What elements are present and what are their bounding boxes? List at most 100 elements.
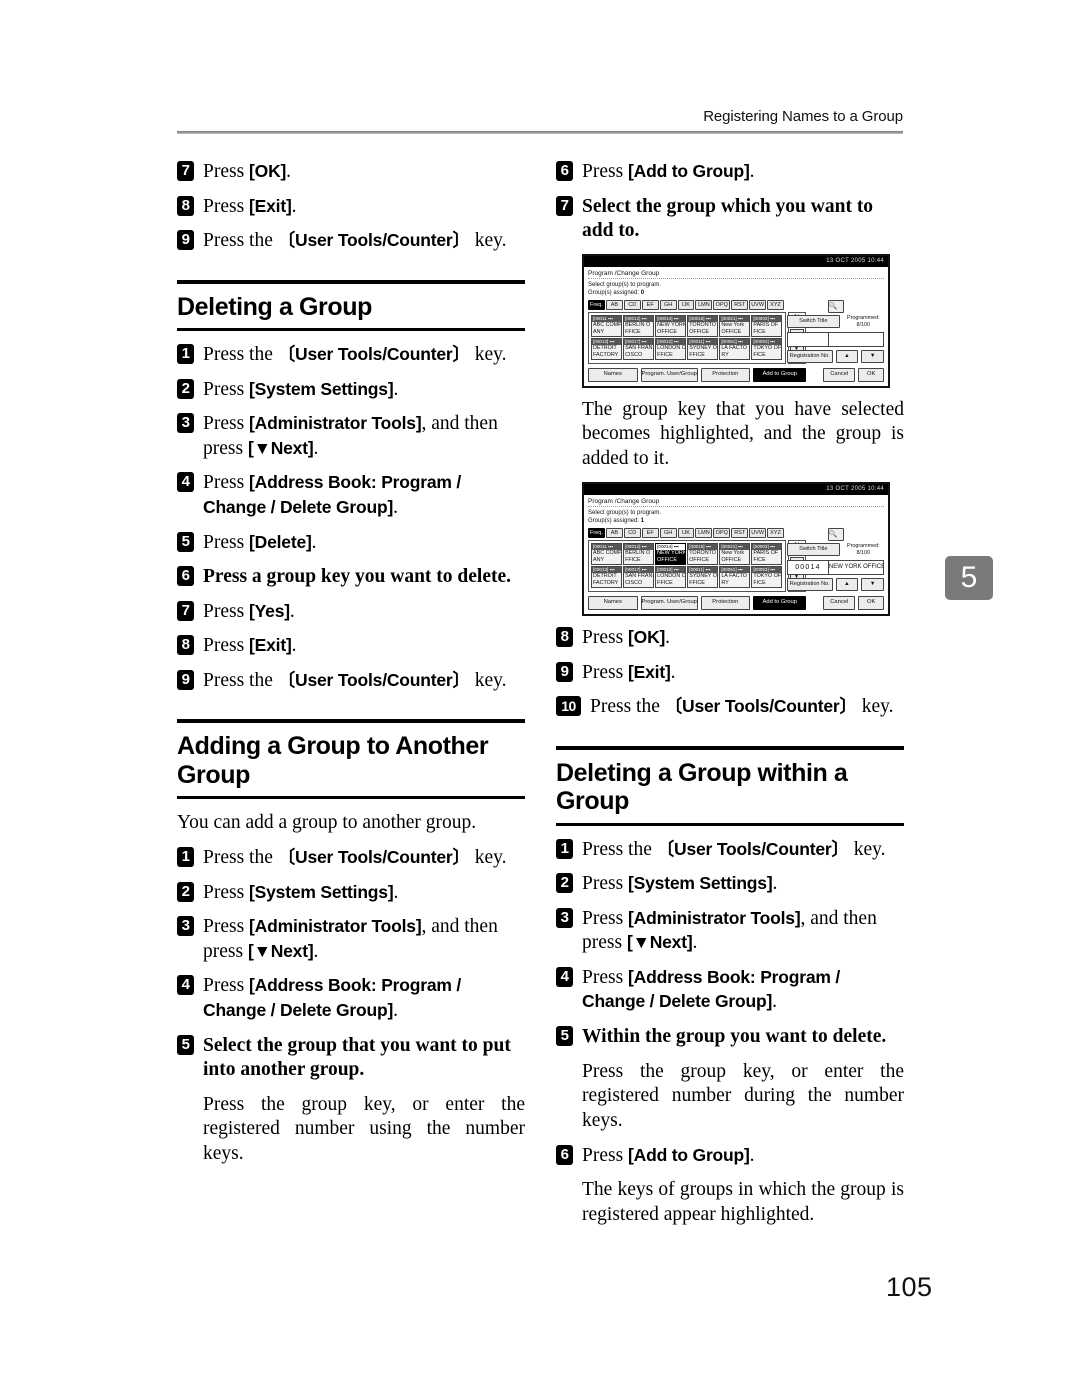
reg-up-icon[interactable]: ▲ <box>835 577 859 591</box>
lcd-group-key-grid: [00011 ▪▪▪ ABC COMP ANY [00012] ▪▪▪ BERLIN … <box>588 311 786 364</box>
reg-up-icon[interactable]: ▲ <box>835 349 859 363</box>
step-text-end: . <box>311 531 317 553</box>
lcd-group-key[interactable]: [00003] ▪▪▪ PARIS OF FICE <box>751 542 783 565</box>
protection-button[interactable]: Protection <box>700 595 751 610</box>
lcd-group-key[interactable]: [00013] ▪▪▪ DETROIT FACTORY <box>591 565 623 588</box>
ok-button[interactable]: OK <box>858 595 884 610</box>
lcd-group-key[interactable]: [00021] ▪▪▪ New York OFFICE <box>719 314 751 337</box>
lcd-tab-uvw[interactable]: UVW <box>749 299 767 310</box>
note-after-screen-1: The group key that you have selected bec… <box>582 398 904 470</box>
cancel-button[interactable]: Cancel <box>823 367 856 382</box>
add-to-group-button[interactable]: Add to Group <box>753 595 807 610</box>
lcd-group-key-line1: NEW YORK <box>657 549 686 556</box>
lcd-group-key[interactable]: [00011 ▪▪▪ ABC COMP ANY <box>591 542 623 565</box>
switch-title-button[interactable]: Switch Title <box>787 314 840 328</box>
program-user-group-button[interactable]: Program. User/Group <box>640 367 698 382</box>
reg-down-icon[interactable]: ▼ <box>861 577 884 591</box>
lcd-group-key[interactable]: [00015] ▪▪▪ TORONTO OFFICE <box>687 542 719 565</box>
lcd-tab-lmn[interactable]: LMN <box>695 299 713 310</box>
ok-button[interactable]: OK <box>858 367 884 382</box>
section-intro: You can add a group to another group. <box>177 812 477 834</box>
lcd-group-key[interactable]: [00012] ▪▪▪ BERLIN O FFICE <box>623 314 655 337</box>
add-to-group-button[interactable]: Add to Group <box>753 367 807 382</box>
section-rule-bottom <box>556 822 904 826</box>
lcd-tab-freq[interactable]: Freq. <box>588 527 605 538</box>
key-label: 〔User Tools/Counter〕 <box>277 230 470 251</box>
lcd-group-key[interactable]: [00013] ▪▪▪ DETROIT FACTORY <box>591 337 623 360</box>
lcd-group-key-line2: OFFICE <box>689 556 709 563</box>
lcd-group-key[interactable]: [00011 ▪▪▪ ABC COMP ANY <box>591 314 623 337</box>
lcd-tab-ijk[interactable]: IJK <box>677 299 695 310</box>
key-label: [Exit] <box>628 661 671 682</box>
search-icon[interactable]: 🔍 <box>827 527 844 541</box>
lcd-instruction: Select group(s) to program. <box>588 281 662 288</box>
step-text-end: key. <box>469 669 507 691</box>
registration-display <box>787 331 884 347</box>
lcd-group-key[interactable]: [00051] ▪▪▪ LA FACTO RY <box>719 337 751 360</box>
step-number: 8 <box>177 635 194 656</box>
names-button[interactable]: Names <box>588 595 638 610</box>
lcd-tab-gh[interactable]: GH <box>659 299 677 310</box>
key-label: 〔User Tools/Counter〕 <box>277 344 470 365</box>
lcd-group-key[interactable]: [00017] ▪▪▪ SAN FRAN CISCO <box>623 337 655 360</box>
lcd-tab-opq[interactable]: OPQ <box>713 527 731 538</box>
lcd-group-key-line2: ANY <box>593 328 605 335</box>
lcd-group-key[interactable]: [00053] ▪▪▪ TOKYO OF FICE <box>751 565 783 588</box>
lcd-tab-ef[interactable]: EF <box>641 299 659 310</box>
protection-button[interactable]: Protection <box>700 367 751 382</box>
lcd-group-key[interactable]: [00012] ▪▪▪ LONDON O FFICE <box>655 337 687 360</box>
switch-title-button[interactable]: Switch Title <box>787 542 840 556</box>
lcd-tab-ab[interactable]: AB <box>605 299 623 310</box>
lcd-tab-ijk[interactable]: IJK <box>677 527 695 538</box>
lcd-group-key[interactable]: [00053] ▪▪▪ TOKYO OF FICE <box>751 337 783 360</box>
lcd-group-key[interactable]: [00012] ▪▪▪ BERLIN O FFICE <box>623 542 655 565</box>
step-number: 6 <box>556 161 573 181</box>
lcd-tab-xyz[interactable]: XYZ <box>767 527 784 538</box>
key-label: [Administrator Tools] <box>628 907 801 928</box>
step-item: 7 Select the group which you want to add… <box>556 195 904 244</box>
right-column: 6 Press [Add to Group]. 7 Select the gro… <box>556 160 904 1238</box>
step-text: Press <box>582 873 629 895</box>
lcd-tab-lmn[interactable]: LMN <box>695 527 713 538</box>
step-number: 7 <box>177 161 194 181</box>
lcd-group-key[interactable]: [00014] ▪▪▪ NEW YORK OFFICE <box>655 314 687 337</box>
lcd-group-key-grid: [00011 ▪▪▪ ABC COMP ANY [00012] ▪▪▪ BERLIN … <box>588 539 786 592</box>
program-user-group-button[interactable]: Program. User/Group <box>640 595 698 610</box>
step-number: 1 <box>177 344 194 365</box>
names-button[interactable]: Names <box>588 367 638 382</box>
lcd-group-key[interactable]: [00011] ▪▪▪ SYDNEY O FFICE <box>687 565 719 588</box>
cancel-button[interactable]: Cancel <box>823 595 856 610</box>
step-text-end: key. <box>469 344 507 366</box>
lcd-group-key[interactable]: [00012] ▪▪▪ LONDON O FFICE <box>655 565 687 588</box>
lcd-group-key[interactable]: [00017] ▪▪▪ SAN FRAN CISCO <box>623 565 655 588</box>
step-text-end: . <box>289 600 295 622</box>
lcd-tab-gh[interactable]: GH <box>659 527 677 538</box>
lcd-tab-uvw[interactable]: UVW <box>749 527 767 538</box>
lcd-tab-ab[interactable]: AB <box>605 527 623 538</box>
lcd-tab-freq[interactable]: Freq. <box>588 299 605 310</box>
registration-no-button[interactable]: Registration No. <box>787 349 833 363</box>
lcd-assigned-label: Group(s) assigned: <box>588 517 640 524</box>
registration-no-button[interactable]: Registration No. <box>787 577 833 591</box>
lcd-group-key[interactable]: [00051] ▪▪▪ LA FACTO RY <box>719 565 751 588</box>
lcd-tab-xyz[interactable]: XYZ <box>767 299 784 310</box>
lcd-group-key[interactable]: [00011] ▪▪▪ SYDNEY O FFICE <box>687 337 719 360</box>
step-text: Press the <box>203 669 278 691</box>
lcd-group-key[interactable]: [00003] ▪▪▪ PARIS OF FICE <box>751 314 783 337</box>
lcd-group-key-line1: TOKYO OF <box>753 344 782 351</box>
lcd-tab-opq[interactable]: OPQ <box>713 299 731 310</box>
lcd-group-key[interactable]: [00015] ▪▪▪ TORONTO OFFICE <box>687 314 719 337</box>
step-text-end: . <box>393 999 398 1021</box>
lcd-group-key-selected[interactable]: [00014] ▪▪▪ NEW YORK OFFICE <box>655 542 687 565</box>
lcd-tab-rst[interactable]: RST <box>731 299 749 310</box>
lcd-tab-rst[interactable]: RST <box>731 527 749 538</box>
lcd-tab-ef[interactable]: EF <box>641 527 659 538</box>
step-text: Press <box>582 966 629 988</box>
lcd-tab-cd[interactable]: CD <box>623 299 641 310</box>
step-text: Press <box>203 975 250 997</box>
search-icon[interactable]: 🔍 <box>827 299 844 313</box>
lcd-group-key-line1: SAN FRAN <box>625 572 653 579</box>
lcd-tab-cd[interactable]: CD <box>623 527 641 538</box>
reg-down-icon[interactable]: ▼ <box>861 349 884 363</box>
lcd-group-key[interactable]: [00021] ▪▪▪ New York OFFICE <box>719 542 751 565</box>
